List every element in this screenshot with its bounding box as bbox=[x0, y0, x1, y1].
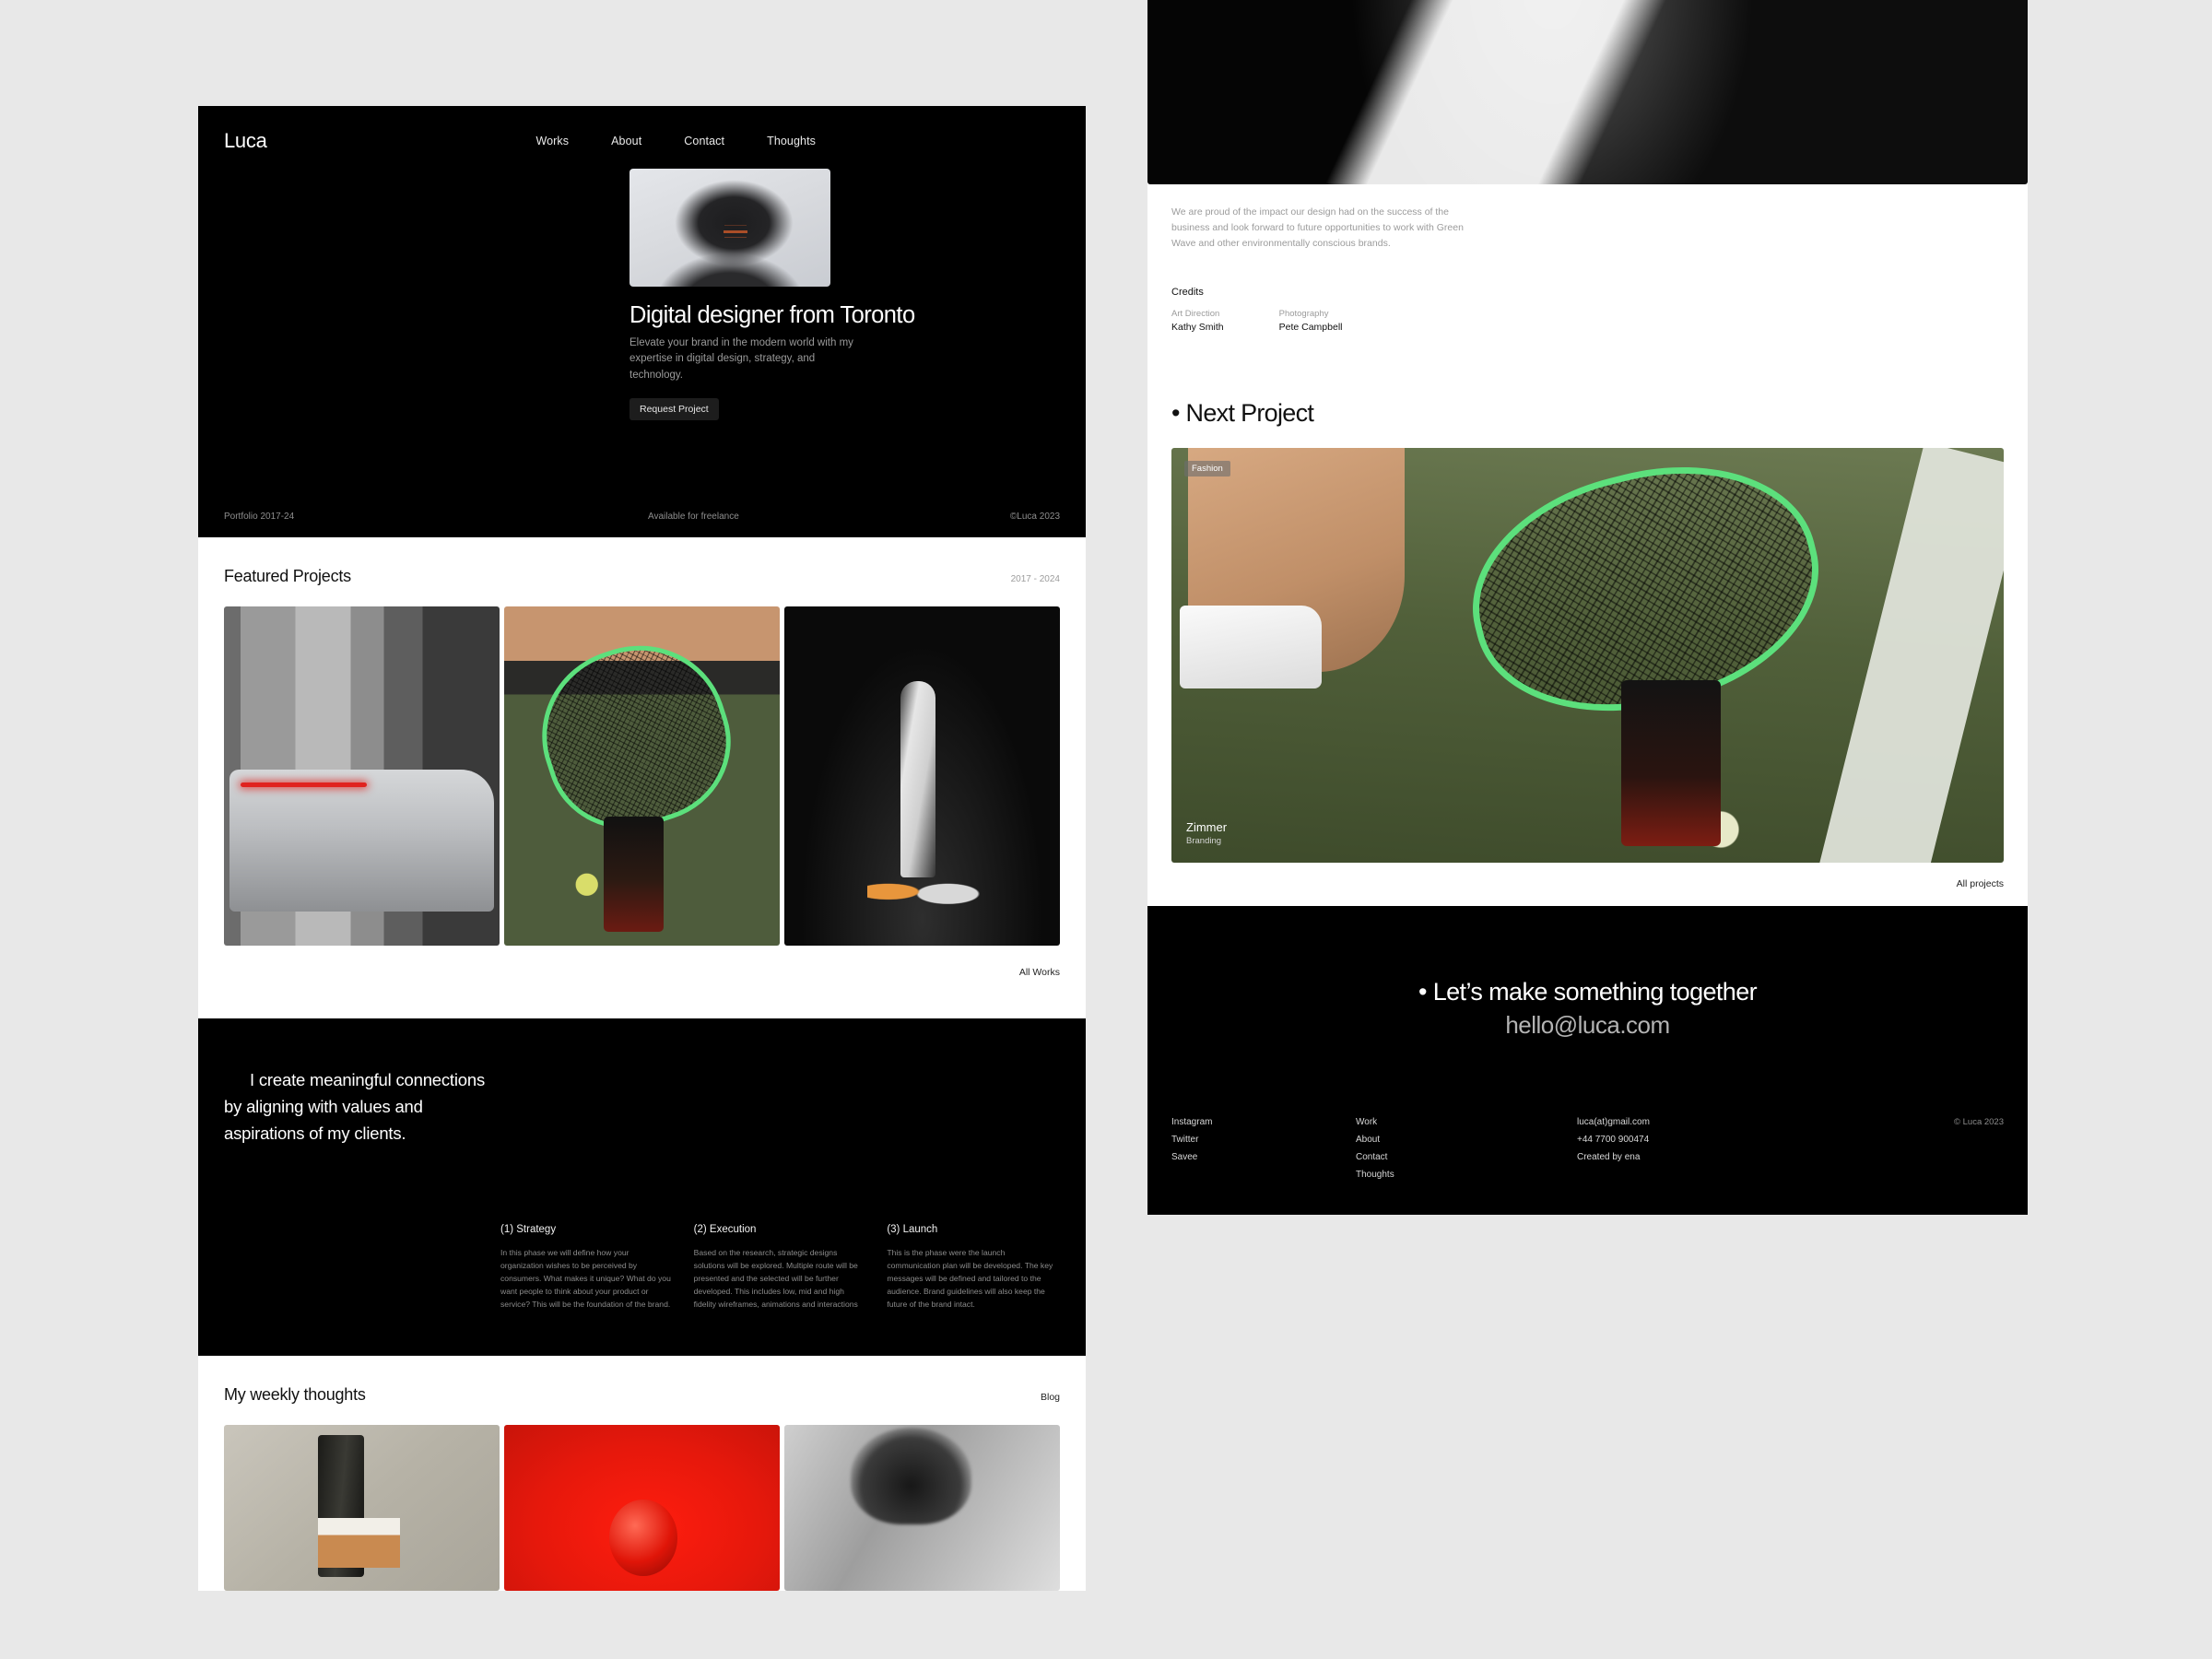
hero-copyright-label: ©Luca 2023 bbox=[1009, 512, 1060, 522]
featured-title: Featured Projects bbox=[224, 567, 351, 585]
statement-line-2: by aligning with values and bbox=[224, 1097, 423, 1117]
process-body-2: Based on the research, strategic designs… bbox=[693, 1248, 858, 1309]
next-project-caption: Zimmer Branding bbox=[1186, 820, 1227, 846]
thought-card-aesop[interactable] bbox=[224, 1424, 500, 1591]
cta-email[interactable]: hello@luca.com bbox=[1171, 1011, 2004, 1040]
statement-section: I create meaningful connections by align… bbox=[198, 1018, 1086, 1356]
credit-name-1: Kathy Smith bbox=[1171, 322, 1224, 333]
cta-heading: • Let’s make something together bbox=[1418, 978, 1758, 1006]
process-heading-3: (3) Launch bbox=[887, 1224, 938, 1236]
process-step-launch: (3) Launch This is the phase were the la… bbox=[887, 1224, 1060, 1312]
credits-list: Art Direction Kathy Smith Photography Pe… bbox=[1171, 309, 2004, 333]
project-paragraph: We are proud of the impact our design ha… bbox=[1171, 206, 1464, 249]
project-detail-mock: We are proud of the impact our design ha… bbox=[1147, 0, 2028, 1215]
footer-phone[interactable]: +44 7700 900474 bbox=[1577, 1135, 1954, 1145]
hero-footer-bar: Portfolio 2017-24 Available for freelanc… bbox=[198, 512, 1086, 537]
process-body-3: This is the phase were the launch commun… bbox=[887, 1248, 1053, 1309]
project-detail-body: We are proud of the impact our design ha… bbox=[1147, 0, 2028, 906]
site-footer: Instagram Twitter Savee Work About Conta… bbox=[1171, 1117, 2004, 1187]
statement-text: I create meaningful connections by align… bbox=[224, 1066, 703, 1147]
footer-link-savee[interactable]: Savee bbox=[1171, 1152, 1356, 1162]
nav-item-about[interactable]: About bbox=[611, 135, 641, 147]
screenshot-canvas: Luca Works About Contact Thoughts Digita… bbox=[0, 0, 2212, 1659]
credit-art-direction: Art Direction Kathy Smith bbox=[1171, 309, 1224, 333]
shoe-shape bbox=[1180, 606, 1322, 688]
project-card-tennis[interactable] bbox=[504, 606, 780, 946]
next-project-card[interactable]: Fashion Zimmer Branding bbox=[1171, 448, 2004, 863]
credit-role-1: Art Direction bbox=[1171, 309, 1220, 319]
next-project-heading: • Next Project bbox=[1171, 399, 1314, 427]
court-line-decoration bbox=[1803, 448, 2004, 863]
process-heading-1: (1) Strategy bbox=[500, 1224, 557, 1236]
hero-content: Digital designer from Toronto Elevate yo… bbox=[629, 169, 1017, 421]
process-heading-2: (2) Execution bbox=[693, 1224, 757, 1236]
thoughts-section: My weekly thoughts Blog bbox=[198, 1355, 1086, 1591]
statement-line-3: aspirations of my clients. bbox=[224, 1124, 406, 1144]
next-project-title: Zimmer bbox=[1186, 820, 1228, 834]
all-works-link[interactable]: All Works bbox=[1019, 967, 1060, 978]
brand-logo[interactable]: Luca bbox=[224, 129, 267, 153]
footer-link-instagram[interactable]: Instagram bbox=[1171, 1117, 1356, 1127]
credit-photography: Photography Pete Campbell bbox=[1279, 309, 1343, 333]
process-body-1: In this phase we will define how your or… bbox=[500, 1248, 671, 1309]
featured-header: Featured Projects 2017 - 2024 bbox=[224, 537, 1060, 586]
footer-link-thoughts[interactable]: Thoughts bbox=[1356, 1170, 1577, 1180]
cta-email-link[interactable]: hello@luca.com bbox=[1505, 1011, 1670, 1039]
portfolio-years-label: Portfolio 2017-24 bbox=[224, 512, 295, 522]
footer-credit[interactable]: Created by ena bbox=[1577, 1152, 1954, 1162]
footer-contact-column: luca(at)gmail.com +44 7700 900474 Create… bbox=[1577, 1117, 1954, 1170]
status-badge: Fashion bbox=[1184, 461, 1230, 477]
availability-label: Available for freelance bbox=[648, 512, 739, 522]
site-header: Luca Works About Contact Thoughts bbox=[198, 106, 1086, 153]
next-project-subtitle: Branding bbox=[1186, 836, 1222, 846]
nav-item-works[interactable]: Works bbox=[535, 135, 569, 147]
main-navigation: Works About Contact Thoughts bbox=[535, 135, 816, 147]
footer-pages-column: Work About Contact Thoughts bbox=[1356, 1117, 1577, 1187]
hero-section: Luca Works About Contact Thoughts Digita… bbox=[198, 106, 1086, 537]
footer-link-work[interactable]: Work bbox=[1356, 1117, 1577, 1127]
footer-link-contact[interactable]: Contact bbox=[1356, 1152, 1577, 1162]
project-card-bottle[interactable] bbox=[784, 606, 1060, 946]
thought-card-red-fruit[interactable] bbox=[504, 1424, 780, 1591]
page-title: Digital designer from Toronto bbox=[629, 302, 915, 328]
thought-card-portrait[interactable] bbox=[784, 1424, 1060, 1591]
racket-handle-shape bbox=[1620, 680, 1721, 846]
all-projects-link[interactable]: All projects bbox=[1957, 878, 2004, 889]
footer-social-column: Instagram Twitter Savee bbox=[1171, 1117, 1356, 1170]
featured-years-label: 2017 - 2024 bbox=[1010, 574, 1060, 584]
thoughts-header: My weekly thoughts Blog bbox=[224, 1356, 1060, 1405]
credits-heading: Credits bbox=[1171, 287, 1204, 298]
hero-subtitle: Elevate your brand in the modern world w… bbox=[629, 337, 853, 381]
cta-content: • Let’s make something together hello@lu… bbox=[1171, 978, 2004, 1040]
all-works-row: All Works bbox=[224, 946, 1060, 1018]
footer-copyright: © Luca 2023 bbox=[1953, 1117, 2004, 1127]
featured-projects-section: Featured Projects 2017 - 2024 All Works bbox=[198, 537, 1086, 1018]
blog-link[interactable]: Blog bbox=[1041, 1392, 1060, 1403]
credit-name-2: Pete Campbell bbox=[1278, 322, 1343, 333]
request-project-button[interactable]: Request Project bbox=[629, 398, 719, 421]
nav-item-contact[interactable]: Contact bbox=[684, 135, 724, 147]
project-hero-image bbox=[1147, 0, 2028, 184]
cta-section: • Let’s make something together hello@lu… bbox=[1147, 906, 2028, 1215]
process-step-execution: (2) Execution Based on the research, str… bbox=[694, 1224, 867, 1312]
footer-link-twitter[interactable]: Twitter bbox=[1171, 1135, 1356, 1145]
portfolio-homepage-mock: Luca Works About Contact Thoughts Digita… bbox=[198, 106, 1086, 1591]
project-card-car[interactable] bbox=[224, 606, 500, 946]
all-projects-row: All projects bbox=[1171, 863, 2004, 906]
footer-email[interactable]: luca(at)gmail.com bbox=[1577, 1117, 1954, 1127]
thoughts-grid bbox=[224, 1424, 1060, 1591]
statement-line-1: I create meaningful connections bbox=[250, 1070, 486, 1089]
thoughts-title: My weekly thoughts bbox=[224, 1384, 366, 1404]
process-columns: (1) Strategy In this phase we will defin… bbox=[500, 1224, 1060, 1312]
process-step-strategy: (1) Strategy In this phase we will defin… bbox=[500, 1224, 674, 1312]
featured-projects-grid bbox=[224, 606, 1060, 946]
credit-role-2: Photography bbox=[1278, 309, 1329, 319]
nav-item-thoughts[interactable]: Thoughts bbox=[767, 135, 816, 147]
hero-portrait-image bbox=[629, 169, 830, 287]
footer-link-about[interactable]: About bbox=[1356, 1135, 1577, 1145]
